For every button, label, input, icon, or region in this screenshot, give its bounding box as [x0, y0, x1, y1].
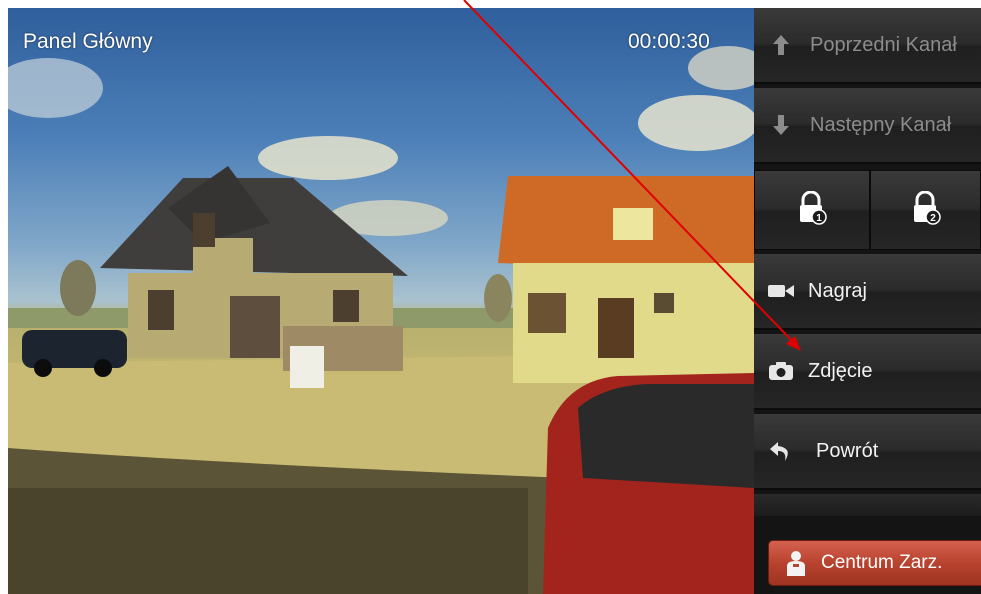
prev-channel-button[interactable]: Poprzedni Kanał	[754, 8, 981, 84]
management-center-label: Centrum Zarz.	[821, 552, 943, 573]
unlock-1-button[interactable]: 1	[754, 170, 870, 250]
next-channel-label: Następny Kanał	[810, 113, 952, 136]
back-arrow-icon	[760, 440, 802, 462]
unlock-2-button[interactable]: 2	[870, 170, 981, 250]
lock-2-icon: 2	[910, 190, 942, 230]
management-center-button[interactable]: Centrum Zarz.	[768, 540, 981, 586]
video-camera-icon	[760, 283, 802, 299]
back-button[interactable]: Powrót	[754, 414, 981, 490]
concierge-icon	[781, 550, 811, 576]
camera-icon	[760, 362, 802, 380]
record-button[interactable]: Nagraj	[754, 254, 981, 330]
lock-1-icon: 1	[796, 190, 828, 230]
panel-divider	[754, 494, 981, 516]
intercom-screen: Panel Główny 00:00:30 Poprzedni Kanał Na…	[8, 8, 981, 594]
back-label: Powrót	[816, 439, 879, 462]
prev-channel-label: Poprzedni Kanał	[810, 33, 957, 56]
call-timer: 00:00:30	[628, 30, 710, 53]
svg-text:1: 1	[816, 213, 822, 224]
svg-text:2: 2	[930, 213, 936, 224]
camera-scene	[8, 46, 754, 594]
arrow-down-icon	[760, 115, 802, 135]
record-label: Nagraj	[808, 279, 867, 302]
next-channel-button[interactable]: Następny Kanał	[754, 88, 981, 164]
camera-view: Panel Główny 00:00:30	[8, 8, 754, 594]
arrow-up-icon	[760, 35, 802, 55]
snapshot-label: Zdjęcie	[808, 359, 873, 382]
snapshot-button[interactable]: Zdjęcie	[754, 334, 981, 410]
screen-title: Panel Główny	[23, 30, 153, 53]
control-panel: Poprzedni Kanał Następny Kanał 1 2 Nagra…	[754, 8, 981, 594]
